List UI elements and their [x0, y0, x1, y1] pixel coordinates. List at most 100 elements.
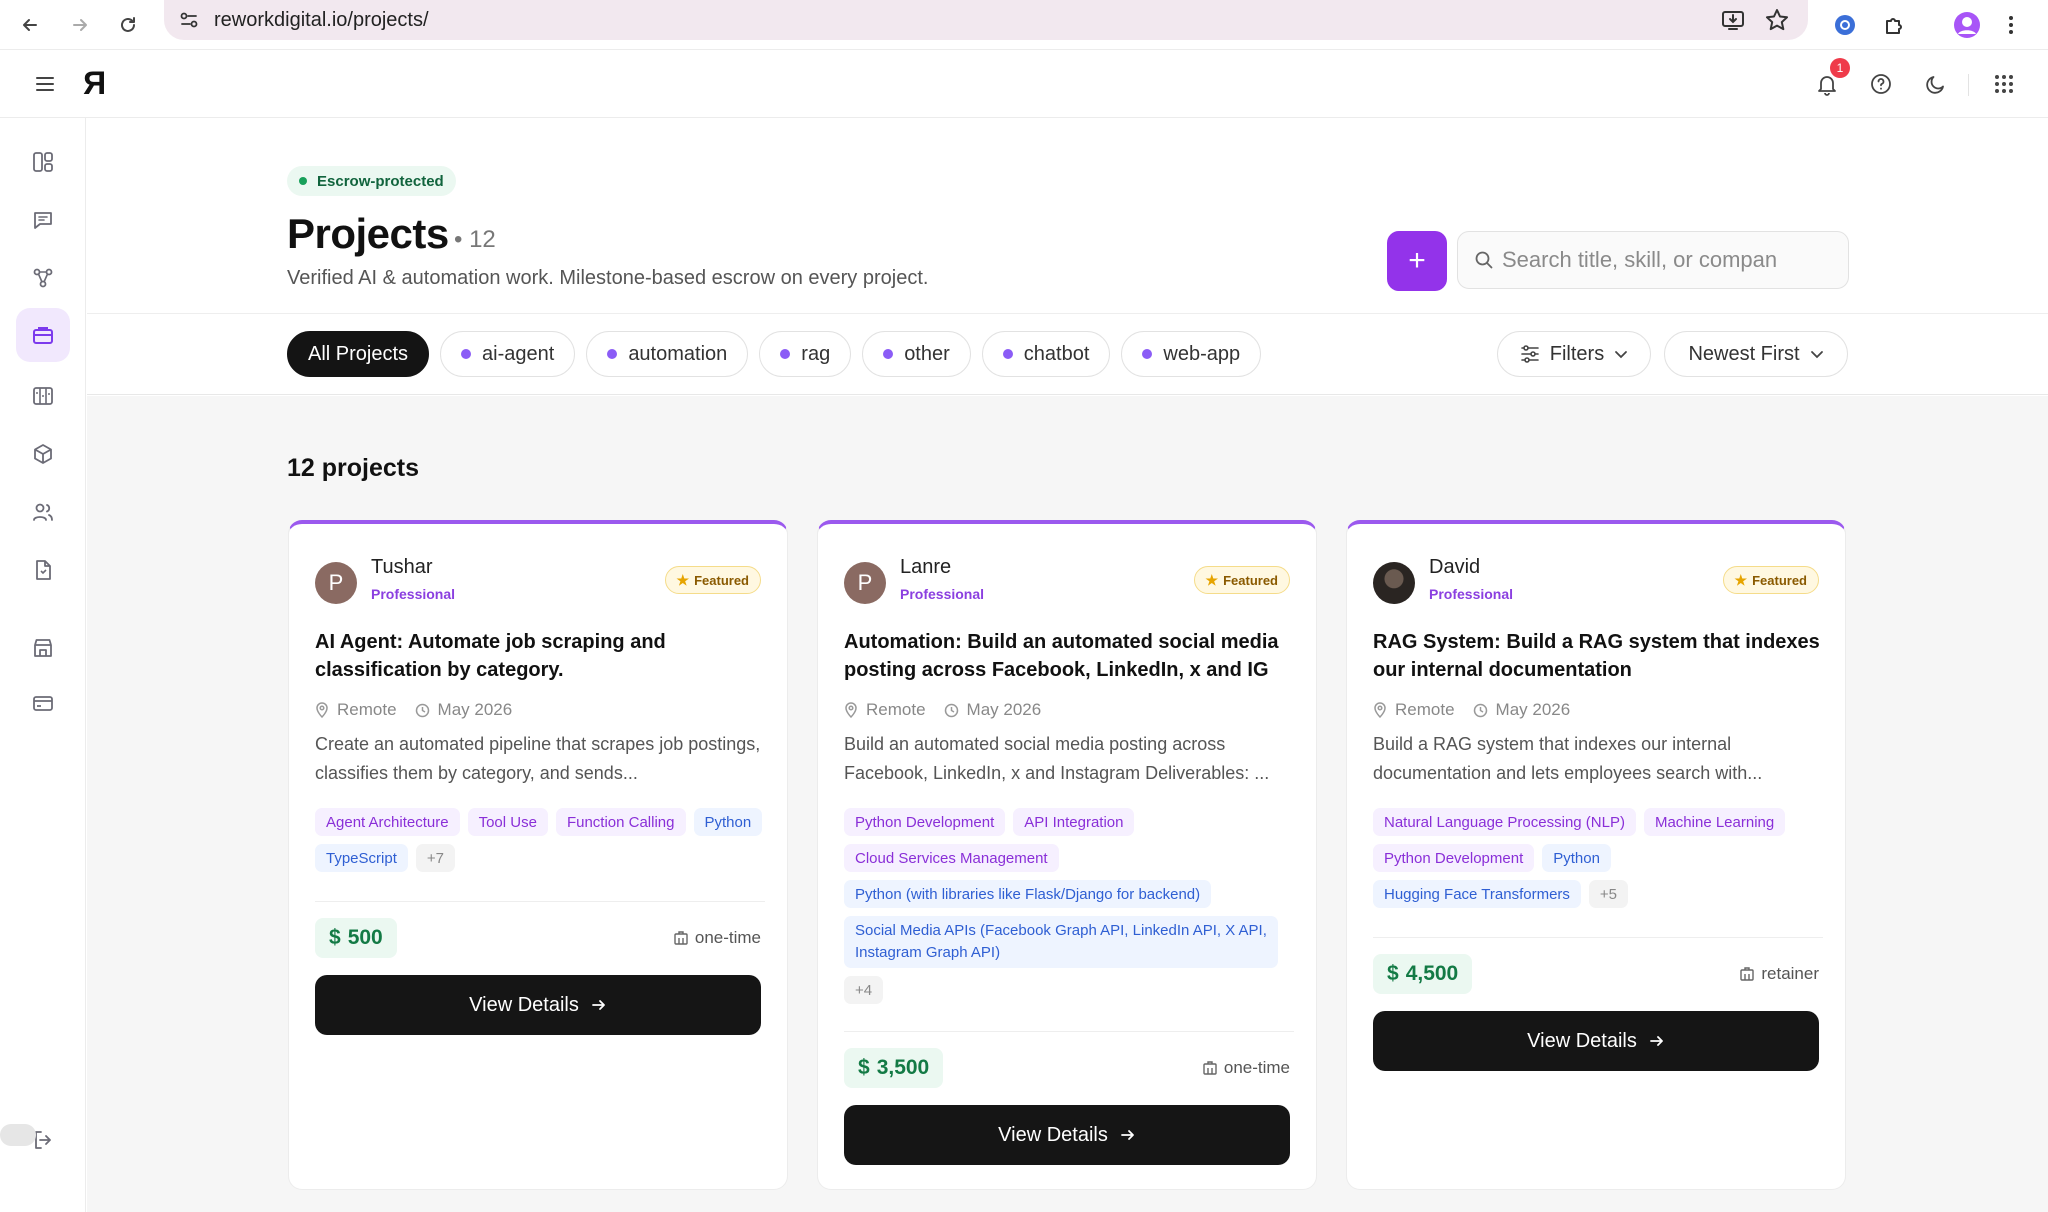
install-app-icon[interactable]	[1720, 7, 1746, 38]
view-details-label: View Details	[998, 1123, 1108, 1146]
project-card[interactable]: P Lanre Professional ★ Featured Automatio…	[817, 520, 1317, 1190]
sidebar-collapse-toggle[interactable]	[0, 1124, 36, 1146]
billing-card-icon[interactable]	[22, 682, 64, 724]
price-badge: $3,500	[844, 1048, 944, 1088]
reload-icon[interactable]	[112, 9, 144, 41]
filters-button[interactable]: Filters	[1497, 331, 1651, 377]
logo[interactable]: R	[83, 65, 106, 102]
location-text: Remote	[866, 700, 926, 719]
star-icon: ★	[1734, 571, 1748, 588]
chip-label: web-app	[1163, 342, 1241, 365]
arrow-right-icon	[1120, 1128, 1136, 1142]
browser-menu-icon[interactable]	[1996, 10, 2026, 40]
package-box-icon[interactable]	[22, 433, 64, 475]
chip-other[interactable]: other	[862, 331, 971, 377]
chip-chatbot[interactable]: chatbot	[981, 331, 1111, 377]
dark-mode-moon-icon[interactable]	[1918, 66, 1954, 102]
notification-count-badge: 1	[1830, 58, 1850, 78]
skill-tag: Python (with libraries like Flask/Django…	[844, 880, 1212, 908]
project-title[interactable]: AI Agent: Automate job scraping and clas…	[315, 628, 765, 684]
project-meta: Remote May 2026	[315, 700, 512, 720]
project-title[interactable]: RAG System: Build a RAG system that inde…	[1373, 628, 1823, 684]
location-pin-icon	[1373, 702, 1387, 718]
skill-tag: Python	[1542, 844, 1611, 872]
chip-rag[interactable]: rag	[759, 331, 852, 377]
chip-automation[interactable]: automation	[586, 331, 749, 377]
payment-type-label: one-time	[694, 928, 761, 947]
avatar	[1373, 562, 1415, 604]
puzzle-icon[interactable]	[1880, 10, 1910, 40]
search-input[interactable]	[1502, 247, 1822, 273]
location-pin-icon	[844, 702, 858, 718]
skill-tags: Python Development API Integration Cloud…	[844, 808, 1294, 1004]
project-meta: Remote May 2026	[1373, 700, 1570, 720]
forward-icon[interactable]	[64, 9, 96, 41]
price-amount: 3,500	[876, 1056, 930, 1079]
featured-badge: ★ Featured	[664, 566, 761, 594]
address-bar[interactable]: reworkdigital.io/projects/	[164, 0, 1808, 40]
add-project-button[interactable]: +	[1387, 231, 1447, 291]
project-card[interactable]: David Professional ★ Featured RAG System:…	[1346, 520, 1846, 1190]
more-tags-count: +7	[415, 844, 455, 872]
messages-icon[interactable]	[22, 199, 64, 241]
client-rank: Professional	[900, 586, 985, 602]
skill-tags: Agent Architecture Tool Use Function Cal…	[315, 808, 765, 872]
payment-type-label: retainer	[1761, 964, 1819, 983]
skill-tag: TypeScript	[315, 844, 408, 872]
chip-dot	[461, 349, 472, 359]
skill-tag: Machine Learning	[1643, 808, 1786, 836]
project-card[interactable]: P Tushar Professional ★ Featured AI Agent…	[288, 520, 788, 1190]
skill-tag: Function Calling	[555, 808, 686, 836]
price-badge: $500	[315, 918, 397, 958]
site-info-icon[interactable]	[178, 9, 200, 36]
featured-badge: ★ Featured	[1722, 566, 1819, 594]
notification-bell-icon[interactable]: 1	[1809, 58, 1850, 102]
apps-grid-icon[interactable]	[1986, 66, 2022, 102]
view-details-label: View Details	[1527, 1029, 1637, 1052]
location-text: Remote	[1395, 700, 1455, 719]
project-meta: Remote May 2026	[844, 700, 1041, 720]
client-name: David	[1429, 556, 1481, 578]
chip-label: ai-agent	[482, 342, 555, 365]
payment-type: retainer	[1739, 964, 1819, 984]
help-icon[interactable]	[1863, 66, 1899, 102]
project-title[interactable]: Automation: Build an automated social me…	[844, 628, 1294, 684]
chip-web-app[interactable]: web-app	[1121, 331, 1262, 377]
sort-dropdown[interactable]: Newest First	[1664, 331, 1848, 377]
page-title: Projects	[287, 210, 449, 257]
bookmark-star-icon[interactable]	[1764, 7, 1790, 38]
project-description: Build a RAG system that indexes our inte…	[1373, 734, 1763, 783]
price-amount: 500	[347, 926, 383, 949]
dashboard-icon[interactable]	[22, 141, 64, 183]
client-name: Tushar	[371, 556, 433, 578]
chip-ai-agent[interactable]: ai-agent	[440, 331, 576, 377]
search-box	[1457, 231, 1849, 289]
skill-tags: Natural Language Processing (NLP) Machin…	[1373, 808, 1823, 908]
view-details-button[interactable]: View Details	[315, 975, 761, 1035]
profile-avatar-icon[interactable]	[1952, 10, 1982, 40]
skill-tag: Tool Use	[467, 808, 548, 836]
storefront-icon[interactable]	[22, 627, 64, 669]
extension-icon[interactable]	[1830, 10, 1860, 40]
skill-tag: Python	[693, 808, 763, 836]
building-icon	[1739, 966, 1755, 982]
view-details-button[interactable]: View Details	[844, 1105, 1290, 1165]
card-divider	[1373, 937, 1823, 938]
team-users-icon[interactable]	[22, 491, 64, 533]
skill-tag: API Integration	[1013, 808, 1135, 836]
hamburger-menu-icon[interactable]	[27, 66, 63, 102]
dollar-icon: $	[329, 926, 341, 949]
back-icon[interactable]	[14, 9, 46, 41]
view-details-button[interactable]: View Details	[1373, 1011, 1819, 1071]
chip-label: chatbot	[1023, 342, 1090, 365]
chip-all-projects[interactable]: All Projects	[287, 331, 430, 377]
document-icon[interactable]	[22, 549, 64, 591]
workflow-icon[interactable]	[22, 257, 64, 299]
chip-dot	[1142, 349, 1153, 359]
url-text[interactable]: reworkdigital.io/projects/	[214, 9, 429, 32]
escrow-badge: Escrow-protected	[287, 166, 456, 196]
projects-briefcase-icon[interactable]	[16, 308, 70, 362]
skill-tag: Natural Language Processing (NLP)	[1373, 808, 1636, 836]
chip-dot	[883, 349, 894, 359]
board-columns-icon[interactable]	[22, 375, 64, 417]
